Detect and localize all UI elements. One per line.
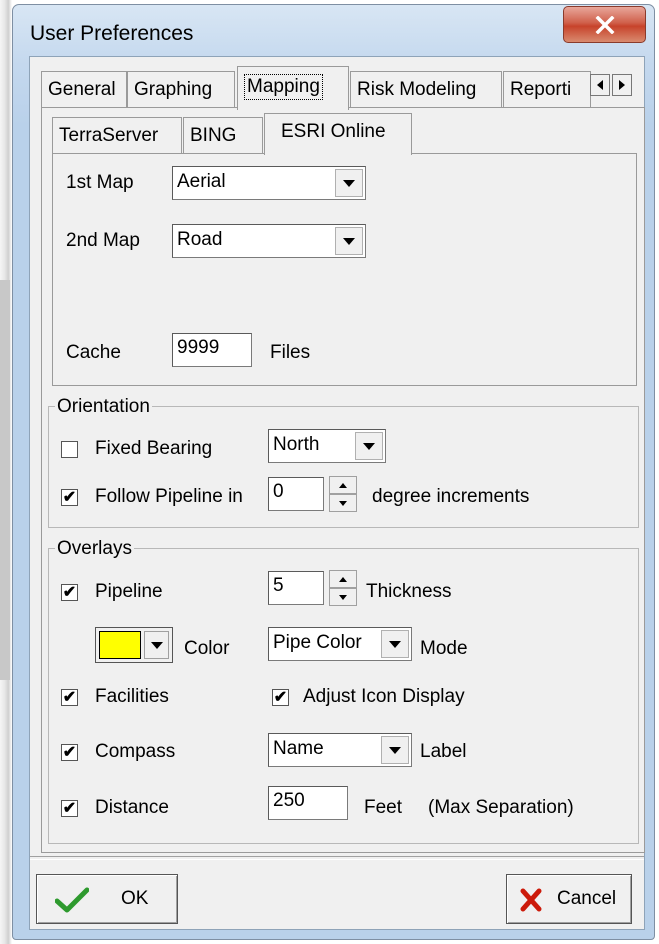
tab-label: Mapping	[244, 74, 323, 100]
subtab-terraserver[interactable]: TerraServer	[52, 117, 182, 153]
mode-label: Mode	[420, 638, 468, 659]
pipeline-label: Pipeline	[95, 581, 163, 602]
first-map-label: 1st Map	[66, 172, 134, 193]
close-button[interactable]	[563, 6, 646, 43]
thickness-spinner[interactable]	[329, 570, 357, 606]
triangle-left-icon	[597, 80, 603, 90]
label-select[interactable]: Name	[268, 733, 412, 767]
close-icon	[520, 888, 542, 912]
cancel-button[interactable]: Cancel	[506, 874, 632, 924]
tab-graphing[interactable]: Graphing	[127, 71, 235, 107]
distance-note-label: (Max Separation)	[428, 797, 574, 818]
fixed-bearing-label: Fixed Bearing	[95, 438, 213, 459]
distance-label: Distance	[95, 797, 169, 818]
tab-general[interactable]: General	[41, 71, 127, 107]
cache-label: Cache	[66, 342, 121, 363]
second-map-label: 2nd Map	[66, 230, 140, 251]
thickness-input[interactable]: 5	[268, 571, 324, 605]
mode-select[interactable]: Pipe Color	[268, 627, 412, 661]
tab-reporting[interactable]: Reporti	[503, 71, 591, 107]
second-map-value: Road	[177, 229, 223, 250]
checkmark-icon: ✔	[62, 744, 77, 761]
adjust-icon-display-label: Adjust Icon Display	[303, 686, 465, 707]
footer-divider	[30, 856, 644, 860]
follow-pipeline-checkbox[interactable]: ✔	[61, 489, 78, 506]
tab-label: TerraServer	[59, 125, 159, 146]
background-strip-shade	[0, 280, 10, 680]
spin-down-icon[interactable]	[329, 494, 357, 512]
increment-spinner[interactable]	[329, 476, 357, 512]
tab-mapping[interactable]: Mapping	[237, 66, 349, 110]
mode-value: Pipe Color	[273, 632, 362, 653]
thickness-value: 5	[273, 575, 284, 596]
facilities-label: Facilities	[95, 686, 169, 707]
tab-label: Risk Modeling	[357, 79, 477, 100]
compass-checkbox[interactable]: ✔	[61, 744, 78, 761]
background-strip	[0, 0, 12, 944]
spin-down-icon[interactable]	[329, 588, 357, 606]
first-map-value: Aerial	[177, 171, 226, 192]
tab-label: BING	[190, 125, 237, 146]
cache-units-label: Files	[270, 342, 311, 363]
checkmark-icon	[55, 887, 89, 913]
adjust-icon-display-checkbox[interactable]: ✔	[272, 689, 289, 706]
increment-value: 0	[273, 481, 284, 502]
checkmark-icon: ✔	[273, 689, 288, 706]
tab-risk-modeling[interactable]: Risk Modeling	[350, 71, 502, 107]
second-map-select[interactable]: Road	[172, 224, 366, 258]
label-value: Name	[273, 738, 324, 759]
increment-input[interactable]: 0	[268, 477, 324, 511]
compass-label: Compass	[95, 741, 176, 762]
distance-value: 250	[273, 790, 305, 811]
chevron-down-icon	[355, 432, 383, 460]
spin-up-icon[interactable]	[329, 570, 357, 588]
tab-scroll-left-button[interactable]	[590, 74, 610, 96]
tab-scroll-right-button[interactable]	[612, 74, 632, 96]
increment-units-label: degree increments	[372, 486, 530, 507]
facilities-checkbox[interactable]: ✔	[61, 689, 78, 706]
checkmark-icon: ✔	[62, 689, 77, 706]
cancel-label: Cancel	[557, 888, 617, 909]
ok-label: OK	[121, 888, 149, 909]
distance-input[interactable]: 250	[268, 786, 348, 820]
window-title: User Preferences	[30, 22, 194, 45]
cache-value: 9999	[177, 337, 220, 358]
first-map-select[interactable]: Aerial	[172, 166, 366, 200]
color-label: Color	[184, 638, 230, 659]
close-icon	[595, 15, 614, 34]
chevron-down-icon	[381, 630, 409, 658]
tab-label: ESRI Online	[281, 121, 386, 142]
pipeline-checkbox[interactable]: ✔	[61, 584, 78, 601]
subtab-bing[interactable]: BING	[183, 117, 263, 153]
bearing-select[interactable]: North	[268, 429, 386, 463]
label-label: Label	[420, 741, 467, 762]
bearing-value: North	[273, 434, 320, 455]
orientation-group-title: Orientation	[55, 396, 152, 418]
spin-up-icon[interactable]	[329, 476, 357, 494]
color-picker[interactable]	[95, 627, 173, 663]
checkmark-icon: ✔	[62, 489, 77, 506]
checkmark-icon: ✔	[62, 584, 77, 601]
triangle-right-icon	[619, 80, 625, 90]
tab-label: General	[48, 79, 116, 100]
chevron-down-icon	[335, 227, 363, 255]
chevron-down-icon	[144, 631, 169, 659]
fixed-bearing-checkbox[interactable]	[61, 441, 78, 458]
ok-button[interactable]: OK	[36, 874, 178, 924]
follow-pipeline-label: Follow Pipeline in	[95, 486, 243, 507]
overlays-group-title: Overlays	[55, 538, 134, 560]
chevron-down-icon	[381, 736, 409, 764]
chevron-down-icon	[335, 169, 363, 197]
tab-label: Reporti	[510, 79, 572, 100]
distance-units-label: Feet	[364, 797, 403, 818]
distance-checkbox[interactable]: ✔	[61, 800, 78, 817]
subtab-esri-online[interactable]: ESRI Online	[264, 113, 412, 155]
tab-label: Graphing	[134, 79, 213, 100]
thickness-label: Thickness	[366, 581, 452, 602]
checkmark-icon: ✔	[62, 800, 77, 817]
cache-input[interactable]: 9999	[172, 333, 252, 367]
color-swatch	[99, 631, 141, 659]
